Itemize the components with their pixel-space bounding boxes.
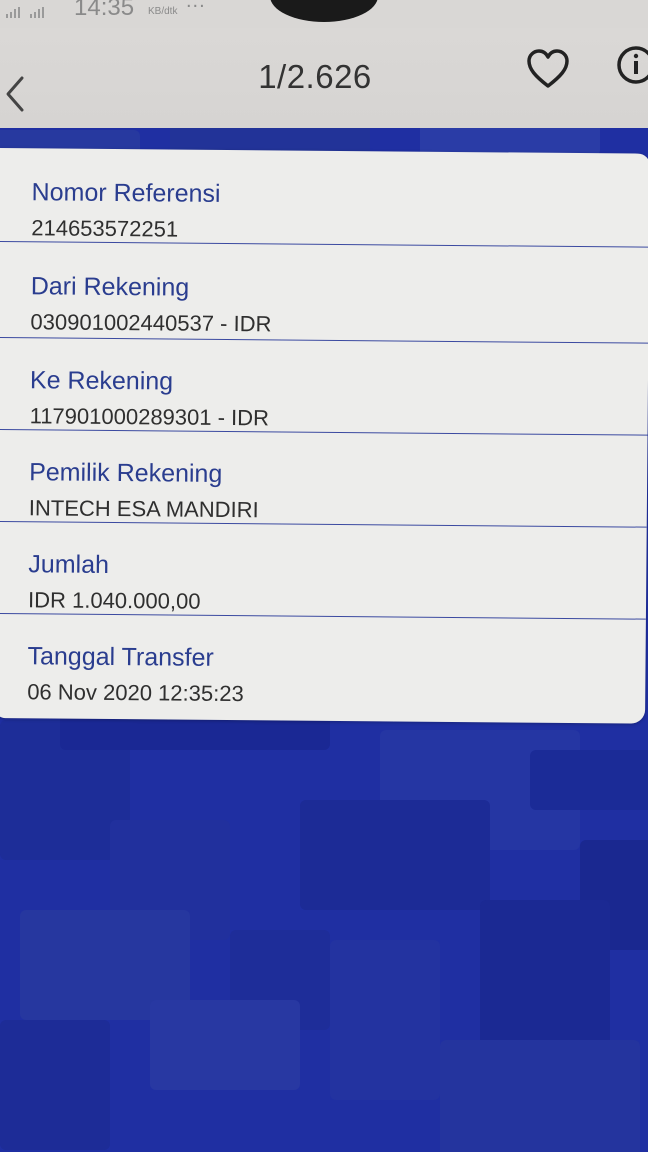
detail-value: 06 Nov 2020 12:35:23	[27, 679, 244, 707]
detail-row-amount: Jumlah IDR 1.040.000,00	[0, 521, 647, 620]
detail-row-account-owner: Pemilik Rekening INTECH ESA MANDIRI	[0, 429, 648, 528]
detail-label: Dari Rekening	[30, 272, 190, 302]
signal-icon	[6, 4, 44, 18]
detail-value: IDR 1.040.000,00	[27, 587, 201, 614]
info-icon	[617, 46, 648, 84]
transaction-detail-card: Nomor Referensi 214653572251 Dari Rekeni…	[0, 148, 648, 724]
screen: 14:35 KB/dtk ... 1/2.626 Nomor Referensi…	[0, 0, 648, 1152]
network-speed: KB/dtk	[148, 6, 178, 17]
detail-value: 117901000289301 - IDR	[29, 403, 270, 431]
detail-value: 030901002440537 - IDR	[30, 309, 272, 337]
detail-label: Jumlah	[28, 550, 110, 579]
more-notifications-icon: ...	[186, 0, 206, 12]
detail-row-from-account: Dari Rekening 030901002440537 - IDR	[0, 241, 648, 344]
camera-notch	[270, 0, 378, 22]
detail-row-transfer-date: Tanggal Transfer 06 Nov 2020 12:35:23	[0, 614, 646, 720]
detail-value: 214653572251	[31, 215, 179, 242]
heart-icon	[527, 49, 569, 88]
info-button[interactable]	[614, 44, 648, 86]
favorite-button[interactable]	[525, 48, 571, 92]
detail-row-to-account: Ke Rekening 117901000289301 - IDR	[0, 337, 648, 436]
detail-label: Tanggal Transfer	[27, 642, 214, 672]
app-header: 1/2.626	[0, 28, 648, 128]
detail-row-reference: Nomor Referensi 214653572251	[0, 148, 648, 248]
status-bar: 14:35 KB/dtk ...	[0, 0, 648, 28]
status-time: 14:35	[74, 0, 135, 21]
detail-label: Ke Rekening	[29, 366, 174, 396]
detail-label: Pemilik Rekening	[29, 458, 223, 488]
detail-label: Nomor Referensi	[31, 178, 221, 208]
detail-value: INTECH ESA MANDIRI	[28, 495, 259, 523]
